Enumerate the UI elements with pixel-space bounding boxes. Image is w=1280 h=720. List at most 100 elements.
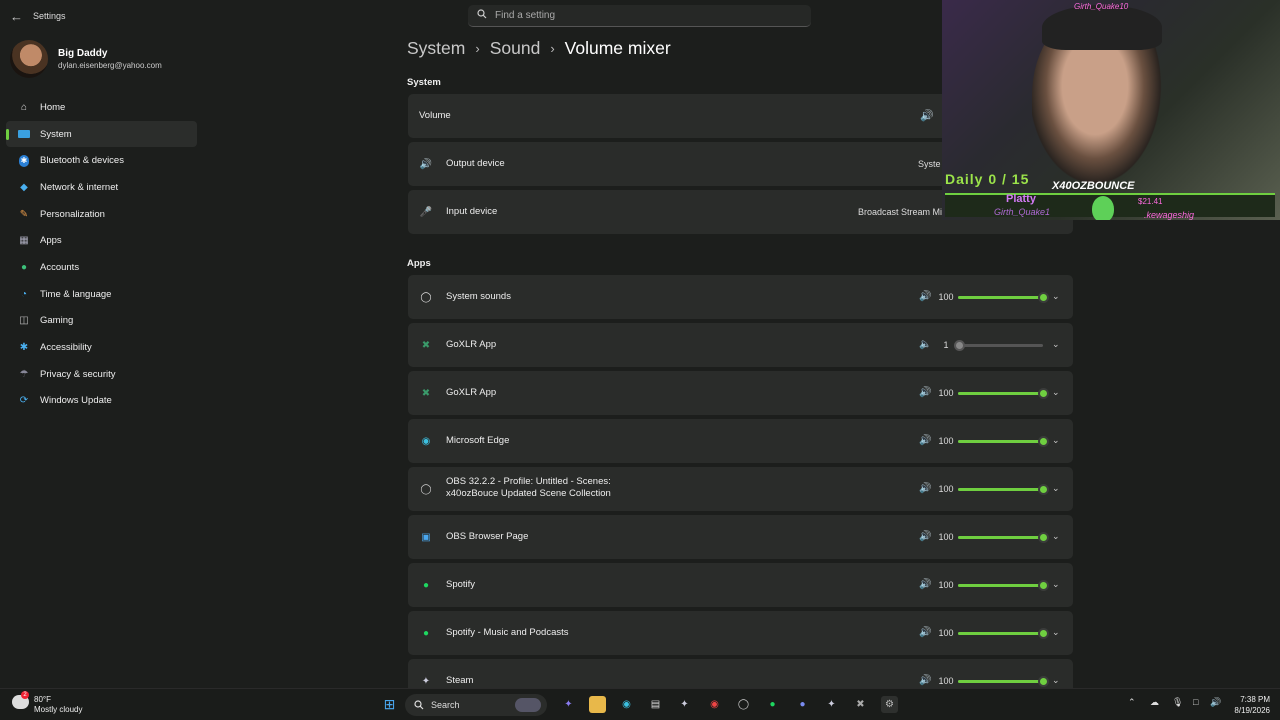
volume-slider[interactable] [958,388,1049,399]
chevron-down-icon[interactable]: ⌄ [1052,291,1060,302]
apps-icon: ▦ [19,235,29,247]
sidebar-item-home[interactable]: ⌂ Home [6,94,197,121]
mute-speaker-icon[interactable]: 🔊 [919,387,931,398]
sidebar-item-personalization[interactable]: ✎ Personalization [6,201,197,228]
sidebar-item-bluetooth[interactable]: ✱ Bluetooth & devices [6,147,197,174]
app-volume-row: ◯ OBS 32.2.2 - Profile: Untitled - Scenes… [408,467,1073,511]
edge-icon: ◉ [421,435,431,447]
volume-slider-thumb[interactable] [1038,436,1049,447]
app-volume-row: ◉ Microsoft Edge 🔊 100 ⌄ [408,419,1073,463]
sidebar-item-accessibility[interactable]: ✱ Accessibility [6,334,197,361]
sidebar-item-apps[interactable]: ▦ Apps [6,227,197,254]
breadcrumb-system[interactable]: System [407,38,465,59]
steam-icon: ✦ [421,675,431,687]
page-title: Volume mixer [564,38,671,58]
volume-slider[interactable] [958,484,1049,495]
volume-tray-icon[interactable]: 🔊 [1210,697,1221,708]
sidebar-item-windows-update[interactable]: ⟳ Windows Update [6,388,197,415]
edge-icon[interactable]: ◉ [618,696,635,713]
steam-icon-2[interactable]: ✦ [823,696,840,713]
app-name: Steam [446,675,474,686]
chevron-down-icon[interactable]: ⌄ [1052,531,1060,542]
app-name: Microsoft Edge [446,435,510,446]
volume-slider[interactable] [958,580,1049,591]
mute-speaker-icon[interactable]: 🔊 [919,531,931,542]
back-arrow-icon[interactable]: ← [10,9,23,24]
volume-slider-thumb[interactable] [1038,628,1049,639]
network-icon[interactable]: □ [1193,697,1198,707]
mute-speaker-icon[interactable]: 🔊 [919,435,931,446]
speaker-icon[interactable]: 🔊 [920,109,934,122]
file-explorer-icon[interactable] [589,696,606,713]
breadcrumb-sound[interactable]: Sound [490,38,541,59]
avatar [10,40,48,78]
volume-value: 100 [938,388,954,398]
goxlr-icon[interactable]: ✖ [852,696,869,713]
mute-speaker-icon[interactable]: 🔊 [919,627,931,638]
chevron-down-icon[interactable]: ⌄ [1052,435,1060,446]
obs-icon: ◯ [420,483,432,495]
volume-slider-fill [958,536,1043,539]
volume-slider-thumb[interactable] [1038,676,1049,687]
volume-slider-thumb[interactable] [953,340,965,351]
volume-slider[interactable] [953,340,1043,351]
volume-slider[interactable] [958,532,1049,543]
volume-slider-fill [958,632,1043,635]
volume-slider-fill [958,584,1043,587]
volume-slider[interactable] [958,628,1049,639]
copilot-icon[interactable]: ✦ [560,696,577,713]
output-device-select[interactable]: Syste [918,159,941,169]
store-icon[interactable]: ▤ [647,696,664,713]
volume-slider[interactable] [958,436,1049,447]
sidebar-item-gaming[interactable]: ◫ Gaming [6,308,197,335]
mute-speaker-icon[interactable]: 🔊 [919,291,931,302]
windows-start-icon[interactable]: ⊞ [381,696,398,713]
sidebar-item-privacy[interactable]: ☂ Privacy & security [6,361,197,388]
sidebar-item-network[interactable]: ◆ Network & internet [6,174,197,201]
app-volume-row: ● Spotify 🔊 100 ⌄ [408,563,1073,607]
volume-slider-thumb[interactable] [1038,292,1049,303]
sidebar-item-time-language[interactable]: ◔ Time & language [6,281,197,308]
mute-speaker-icon[interactable]: 🔈 [919,339,931,350]
app-name: OBS Browser Page [446,531,529,542]
volume-slider[interactable] [958,676,1049,687]
brush-icon: ✎ [19,208,29,220]
volume-slider-fill [958,440,1043,443]
mute-speaker-icon[interactable]: 🔊 [919,483,931,494]
input-device-select[interactable]: Broadcast Stream Mix (I [858,207,955,217]
volume-value: 100 [938,292,954,302]
overlay-top-user: Girth_Quake10 [1074,2,1129,11]
clock[interactable]: 7:38 PM 8/19/2026 [1226,694,1270,716]
spotify-icon[interactable]: ● [764,696,781,713]
chevron-up-icon[interactable]: ⌃ [1128,697,1136,708]
sidebar-item-accounts[interactable]: ● Accounts [6,254,197,281]
obs-icon[interactable]: ◯ [735,696,752,713]
taskbar-search[interactable]: Search [405,694,547,716]
microphone-tray-icon[interactable]: 🎙 [1172,697,1183,708]
volume-slider-thumb[interactable] [1038,580,1049,591]
overlay-user: Girth_Quake1 [994,207,1051,217]
search-highlight-icon [515,698,541,712]
mute-speaker-icon[interactable]: 🔊 [919,579,931,590]
chevron-down-icon[interactable]: ⌄ [1052,675,1060,686]
goxlr-icon: ✖ [421,339,431,351]
chevron-down-icon[interactable]: ⌄ [1052,483,1060,494]
chevron-down-icon[interactable]: ⌄ [1052,579,1060,590]
sidebar-item-label: Network & internet [40,181,119,193]
discord-icon[interactable]: ● [794,696,811,713]
volume-slider-thumb[interactable] [1038,532,1049,543]
volume-slider[interactable] [958,292,1049,303]
mute-speaker-icon[interactable]: 🔊 [919,675,931,686]
onedrive-icon[interactable]: ☁ [1150,697,1159,708]
volume-slider-thumb[interactable] [1038,388,1049,399]
volume-slider-thumb[interactable] [1038,484,1049,495]
chevron-down-icon[interactable]: ⌄ [1052,627,1060,638]
search-input[interactable]: Find a setting [468,5,811,27]
steam-icon[interactable]: ✦ [676,696,693,713]
sidebar-item-system[interactable]: System [6,120,197,148]
chevron-down-icon[interactable]: ⌄ [1052,387,1060,398]
chevron-down-icon[interactable]: ⌄ [1052,339,1060,350]
settings-icon[interactable]: ⚙ [881,696,898,713]
user-name: Big Daddy [58,48,108,59]
chrome-icon[interactable]: ◉ [706,696,723,713]
